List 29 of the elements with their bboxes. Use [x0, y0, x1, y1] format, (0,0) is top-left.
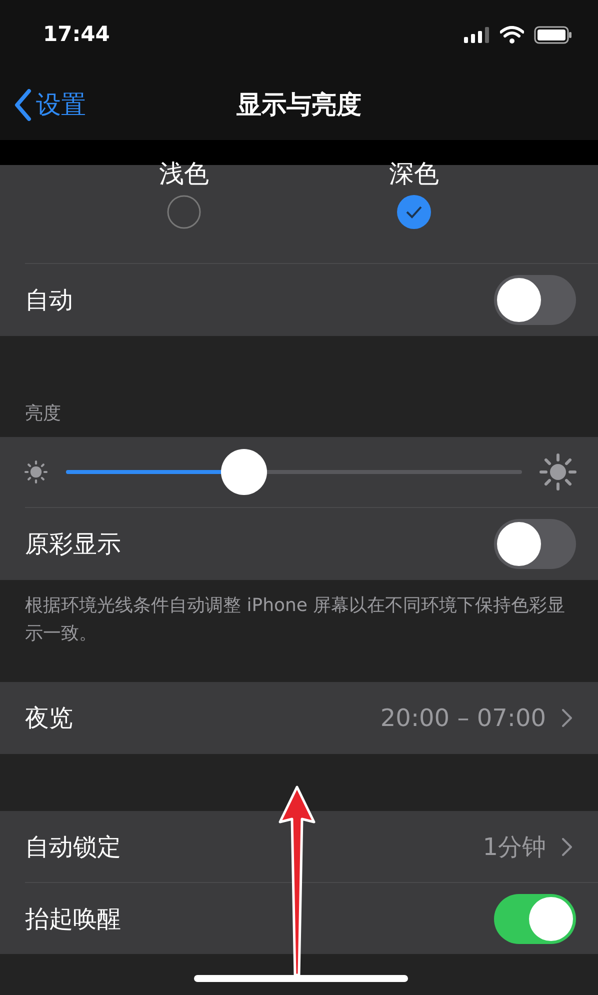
chevron-icon — [562, 709, 572, 727]
battery-icon — [534, 26, 572, 44]
auto-label: 自动 — [25, 285, 73, 316]
night-shift-row[interactable]: 夜览 20:00 – 07:00 — [0, 682, 598, 754]
back-chevron-icon — [14, 89, 32, 121]
status-time: 17:44 — [43, 21, 110, 48]
toggle-switch[interactable] — [494, 519, 576, 569]
setting-label: 自动锁定 — [25, 832, 121, 862]
radio-circle-icon — [167, 195, 201, 229]
appearance-option[interactable]: 深色 — [364, 159, 464, 263]
chevron-icon — [562, 838, 572, 856]
back-button[interactable]: 设置 — [14, 86, 86, 124]
brightness-slider[interactable] — [66, 449, 522, 495]
wifi-icon — [500, 26, 524, 44]
true-tone-label: 原彩显示 — [25, 529, 121, 560]
toggle-switch[interactable] — [494, 894, 576, 944]
slider-thumb[interactable] — [220, 449, 267, 495]
sun-icon — [538, 452, 578, 492]
toggle-switch[interactable] — [494, 275, 576, 325]
sun-icon — [22, 458, 50, 486]
page-title: 显示与亮度 — [236, 89, 362, 122]
section-header: 亮度 — [25, 402, 61, 426]
appearance-option[interactable]: 浅色 — [134, 159, 234, 263]
setting-label: 抬起唤醒 — [25, 904, 121, 934]
setting-value: 1分钟 — [482, 832, 546, 862]
checkmark-icon — [397, 195, 431, 229]
signal-icon — [464, 27, 490, 43]
footnote-text: 根据环境光线条件自动调整 iPhone 屏幕以在不同环境下保持色彩显示一致。 — [25, 594, 566, 646]
night-shift-value: 20:00 – 07:00 — [380, 703, 546, 734]
